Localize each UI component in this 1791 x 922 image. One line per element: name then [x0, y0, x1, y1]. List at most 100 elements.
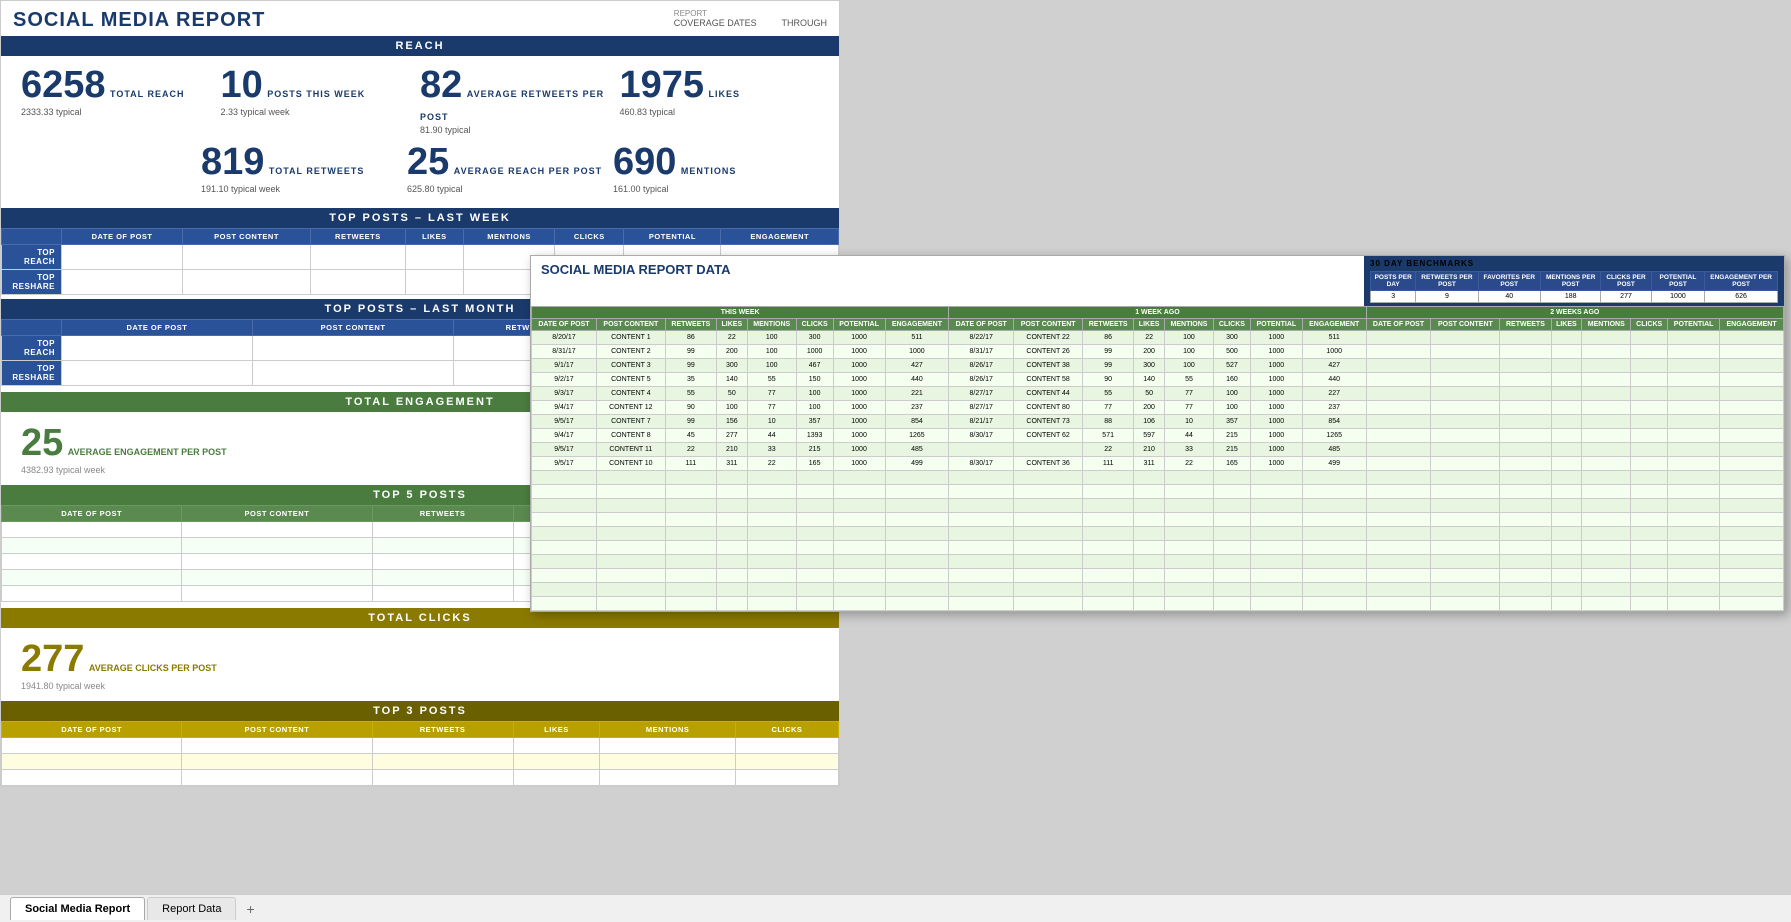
- data-row: 9/5/17CONTENT 101113112216510004998/30/1…: [532, 457, 1784, 471]
- top-reach-label: TOP REACH: [2, 245, 62, 270]
- col-clicks-top3: CLICKS: [735, 722, 838, 738]
- coverage-dates: COVERAGE DATES THROUGH: [674, 18, 827, 28]
- total-retweets-label: TOTAL RETWEETS: [269, 166, 365, 176]
- benchmarks-title: 30 DAY BENCHMARKS: [1370, 259, 1778, 268]
- data-row: 9/2/17CONTENT 5351405515010004408/26/17C…: [532, 373, 1784, 387]
- top3-row-2: [2, 754, 839, 770]
- bm-col-0: POSTS PER DAY: [1371, 272, 1416, 291]
- data-row: [532, 485, 1784, 499]
- col-content-month: POST CONTENT: [252, 320, 453, 336]
- col-clicks-week: CLICKS: [555, 229, 624, 245]
- col-mentions-top3: MENTIONS: [600, 722, 736, 738]
- tab-social-media-report[interactable]: Social Media Report: [10, 897, 145, 920]
- posts-this-week-label: POSTS THIS WEEK: [267, 89, 365, 99]
- total-retweets-typical: 191.10 typical week: [201, 184, 407, 194]
- tw2-col-engagement: ENGAGEMENT: [1720, 319, 1784, 331]
- tw-col-date: DATE OF POST: [532, 319, 597, 331]
- col-date-month: DATE OF POST: [62, 320, 253, 336]
- likes-value: 1975: [620, 64, 705, 106]
- tw2-col-mentions: MENTIONS: [1582, 319, 1631, 331]
- top3-header: TOP 3 POSTS: [1, 701, 839, 721]
- avg-reach-value: 25: [407, 141, 449, 183]
- report-meta: REPORT COVERAGE DATES THROUGH: [674, 9, 827, 28]
- this-week-header: THIS WEEK: [532, 307, 949, 319]
- total-reach-value: 6258: [21, 64, 106, 106]
- data-row: 8/31/17CONTENT 2992001001000100010008/31…: [532, 345, 1784, 359]
- data-row: 9/3/17CONTENT 455507710010002218/27/17CO…: [532, 387, 1784, 401]
- col-retweets-week: RETWEETS: [311, 229, 406, 245]
- data-sheet-title: SOCIAL MEDIA REPORT DATA: [531, 256, 1364, 281]
- tw-col-retweets: RETWEETS: [665, 319, 716, 331]
- data-row: [532, 569, 1784, 583]
- data-row: 9/5/17CONTENT 11222103321510004852221033…: [532, 443, 1784, 457]
- tw-col-content: POST CONTENT: [596, 319, 665, 331]
- bm-col-3: MENTIONS PER POST: [1540, 272, 1600, 291]
- mentions-label: MENTIONS: [681, 166, 737, 176]
- data-sheet: SOCIAL MEDIA REPORT DATA 30 DAY BENCHMAR…: [530, 255, 1785, 612]
- col-date-week: DATE OF POST: [62, 229, 183, 245]
- add-tab-button[interactable]: +: [238, 898, 262, 920]
- reach-header: REACH: [1, 36, 839, 56]
- bm-col-5: POTENTIAL POST: [1651, 272, 1705, 291]
- report-header: SOCIAL MEDIA REPORT REPORT COVERAGE DATE…: [1, 1, 839, 36]
- likes-item: 1975 LIKES 460.83 typical: [620, 64, 820, 117]
- avg-engagement-label: AVERAGE ENGAGEMENT PER POST: [68, 447, 227, 457]
- col-engagement-week: ENGAGEMENT: [721, 229, 839, 245]
- data-table-container: THIS WEEK 1 WEEK AGO 2 WEEKS AGO DATE OF…: [531, 306, 1784, 611]
- avg-reach-typical: 625.80 typical: [407, 184, 613, 194]
- reach-section: 6258 TOTAL REACH 2333.33 typical 10 POST…: [1, 56, 839, 208]
- data-row: 9/4/17CONTENT 845277441393100012658/30/1…: [532, 429, 1784, 443]
- data-row: 9/1/17CONTENT 39930010046710004278/26/17…: [532, 359, 1784, 373]
- through-label: THROUGH: [782, 18, 828, 28]
- avg-reach-label: AVERAGE REACH PER POST: [454, 166, 602, 176]
- tab-report-data[interactable]: Report Data: [147, 897, 236, 920]
- tw-col-clicks: CLICKS: [796, 319, 833, 331]
- tw2-col-likes: LIKES: [1551, 319, 1582, 331]
- ow-col-engagement: ENGAGEMENT: [1302, 319, 1366, 331]
- bm-col-1: RETWEETS PER POST: [1416, 272, 1478, 291]
- col-potential-week: POTENTIAL: [624, 229, 721, 245]
- top3-section: DATE OF POST POST CONTENT RETWEETS LIKES…: [1, 721, 839, 786]
- data-row: [532, 583, 1784, 597]
- data-row: [532, 597, 1784, 611]
- col-likes-week: LIKES: [405, 229, 463, 245]
- bm-val-0: 3: [1371, 291, 1416, 303]
- mentions-typical: 161.00 typical: [613, 184, 819, 194]
- bm-col-6: ENGAGEMENT PER POST: [1705, 272, 1778, 291]
- data-row: [532, 499, 1784, 513]
- top-reshare-label: TOP RESHARE: [2, 270, 62, 295]
- clicks-section: 277 AVERAGE CLICKS PER POST 1941.80 typi…: [1, 628, 839, 701]
- tw-col-potential: POTENTIAL: [833, 319, 885, 331]
- posts-this-week-value: 10: [221, 64, 263, 106]
- bm-val-5: 1000: [1651, 291, 1705, 303]
- benchmarks-panel: 30 DAY BENCHMARKS POSTS PER DAY RETWEETS…: [1364, 256, 1784, 306]
- posts-typical: 2.33 typical week: [221, 107, 421, 117]
- ow-col-potential: POTENTIAL: [1250, 319, 1302, 331]
- data-row: 8/20/17CONTENT 1862210030010005118/22/17…: [532, 331, 1784, 345]
- one-week-ago-header: 1 WEEK AGO: [949, 307, 1366, 319]
- total-reach-typical: 2333.33 typical: [21, 107, 221, 117]
- data-row: [532, 555, 1784, 569]
- tw2-col-date: DATE OF POST: [1366, 319, 1431, 331]
- bm-val-1: 9: [1416, 291, 1478, 303]
- col-date-top5: DATE OF POST: [2, 506, 182, 522]
- bm-val-4: 277: [1601, 291, 1651, 303]
- bm-col-4: CLICKS PER POST: [1601, 272, 1651, 291]
- two-weeks-ago-header: 2 WEEKS AGO: [1366, 307, 1783, 319]
- tw-col-mentions: MENTIONS: [747, 319, 796, 331]
- likes-typical: 460.83 typical: [620, 107, 820, 117]
- bm-col-2: FAVORITES PER POST: [1478, 272, 1540, 291]
- ow-col-retweets: RETWEETS: [1083, 319, 1134, 331]
- bm-val-2: 40: [1478, 291, 1540, 303]
- data-row: 9/5/17CONTENT 7991561035710008548/21/17C…: [532, 415, 1784, 429]
- ow-col-clicks: CLICKS: [1213, 319, 1250, 331]
- posts-this-week-item: 10 POSTS THIS WEEK 2.33 typical week: [221, 64, 421, 117]
- avg-engagement-value: 25: [21, 422, 63, 464]
- mentions-item: 690 MENTIONS 161.00 typical: [613, 141, 819, 194]
- avg-clicks-value: 277: [21, 638, 84, 680]
- col-content-top5: POST CONTENT: [182, 506, 372, 522]
- data-row: [532, 527, 1784, 541]
- bm-val-6: 626: [1705, 291, 1778, 303]
- tw-col-engagement: ENGAGEMENT: [885, 319, 949, 331]
- avg-clicks-label: AVERAGE CLICKS PER POST: [89, 663, 217, 673]
